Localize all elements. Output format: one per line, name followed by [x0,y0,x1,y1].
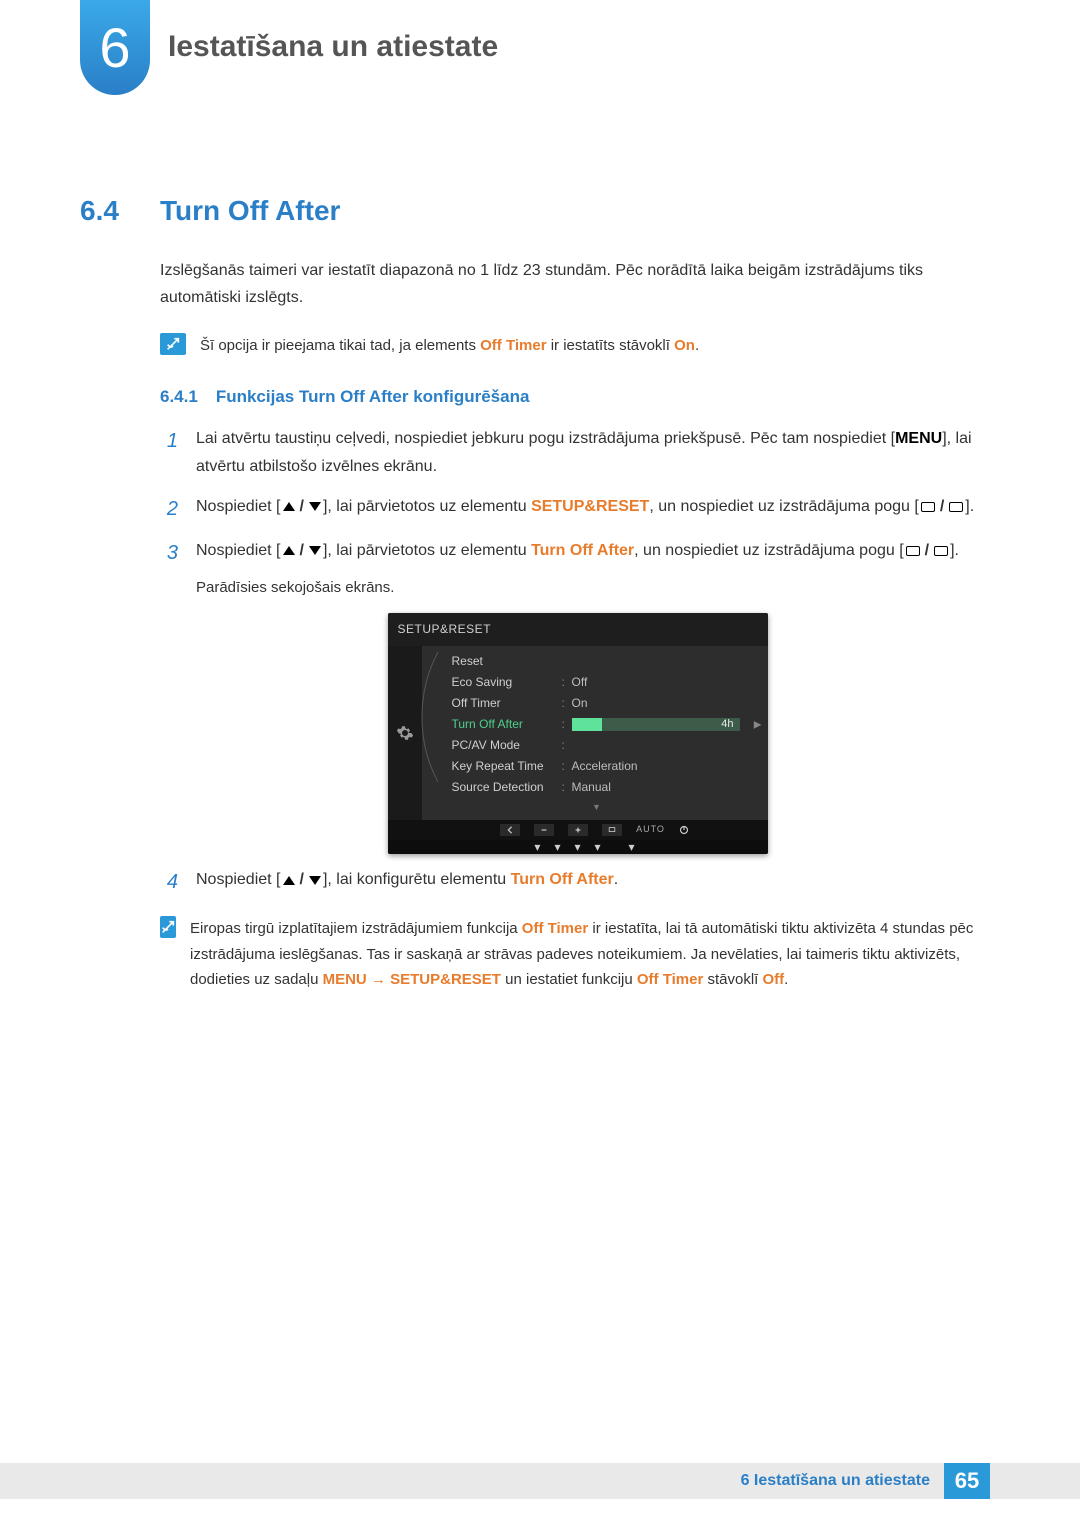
n2e: . [784,971,788,988]
step-3-text: Nospiediet [/], lai pārvietotos uz eleme… [196,537,959,854]
n2hl3: SETUP&RESET [390,971,501,988]
note-icon [160,333,186,355]
step-3-num: 3 [160,537,178,854]
s4c: . [614,871,618,888]
n2c: un iestatiet funkciju [501,971,637,988]
osd-btn-minus-icon [534,824,554,836]
osd-row-source: Source Detection:Manual [426,777,768,798]
s4a: Nospiediet [ [196,871,281,888]
step-4-text: Nospiediet [/], lai konfigurētu elementu… [196,866,618,898]
osd-menu: SETUP&RESET Reset Eco Saving [388,613,768,854]
n2hl4: Off Timer [637,971,703,988]
osd-list: Reset Eco Saving:Off Off Timer:On Turn O… [422,646,768,820]
s2d: ]. [965,498,974,515]
s3hl: Turn Off After [531,542,634,559]
step-2-num: 2 [160,493,178,525]
s3b: ], lai pārvietotos uz elementu [323,542,531,559]
s3a: Nospiediet [ [196,542,281,559]
osd-btn-left-icon [500,824,520,836]
step-2: 2 Nospiediet [/], lai pārvietotos uz ele… [160,493,1000,525]
section-number: 6.4 [80,195,136,227]
note-text: Šī opcija ir pieejama tikai tad, ja elem… [200,333,699,359]
osd-btn-power-icon [679,825,689,835]
chapter-title: Iestatīšana un atiestate [168,30,498,64]
osd-row-turnoffafter: Turn Off After:4h▶ [426,714,768,735]
osd-row-eco: Eco Saving:Off [426,672,768,693]
n2hl2: MENU [323,971,367,988]
footer-page-number: 65 [944,1463,990,1499]
s3caption: Parādīsies sekojošais ekrāns. [196,575,959,601]
s4b: ], lai konfigurētu elementu [323,871,511,888]
note1-hl1: Off Timer [480,337,546,354]
note-eu: Eiropas tirgū izplatītajiem izstrādājumi… [160,916,1000,993]
step-1-text: Lai atvērtu taustiņu ceļvedi, nospiediet… [196,425,1000,481]
note1-hl2: On [674,337,695,354]
note2-text: Eiropas tirgū izplatītajiem izstrādājumi… [190,916,1000,993]
s1menu: MENU [895,430,942,447]
osd-slider-bar: 4h [572,718,740,731]
up-down-icon: / [283,537,321,565]
enter-icon: / [921,493,963,521]
osd-row-pcav: PC/AV Mode: [426,735,768,756]
n2d: stāvoklī [703,971,762,988]
osd-sub-bar: ▾▾▾▾▾ [388,840,768,854]
osd-btn-plus-icon [568,824,588,836]
step-1-num: 1 [160,425,178,481]
page-footer: 6 Iestatīšana un atiestate 65 [0,1463,1080,1499]
section-title: Turn Off After [160,195,340,227]
note1-pre: Šī opcija ir pieejama tikai tad, ja elem… [200,337,480,354]
section-heading: 6.4 Turn Off After [80,195,1000,227]
s3d: ]. [950,542,959,559]
s3c: , un nospiediet uz izstrādājuma pogu [ [634,542,904,559]
s2c: , un nospiediet uz izstrādājuma pogu [ [649,498,919,515]
chapter-header: 6 Iestatīšana un atiestate [80,0,1000,95]
n2hl1: Off Timer [522,920,588,937]
subsection-heading: 6.4.1 Funkcijas Turn Off After konfigurē… [160,387,1000,407]
s2b: ], lai pārvietotos uz elementu [323,498,531,515]
osd-gear-icon [388,646,422,820]
subsection-title: Funkcijas Turn Off After konfigurēšana [216,387,530,407]
note-availability: Šī opcija ir pieejama tikai tad, ja elem… [160,333,1000,359]
step-1: 1 Lai atvērtu taustiņu ceļvedi, nospiedi… [160,425,1000,481]
section-intro: Izslēgšanās taimeri var iestatīt diapazo… [160,257,1000,311]
step-2-text: Nospiediet [/], lai pārvietotos uz eleme… [196,493,974,525]
n2a: Eiropas tirgū izplatītajiem izstrādājumi… [190,920,522,937]
osd-row-reset: Reset [426,651,768,672]
s2a: Nospiediet [ [196,498,281,515]
osd-row-keyrepeat: Key Repeat Time:Acceleration [426,756,768,777]
step-3: 3 Nospiediet [/], lai pārvietotos uz ele… [160,537,1000,854]
note1-post: . [695,337,699,354]
note-icon [160,916,176,938]
arrow-down-icon: ▼ [426,798,768,818]
n2hl5: Off [762,971,784,988]
footer-chapter: 6 Iestatīšana un atiestate [741,1472,930,1490]
osd-row-offtimer: Off Timer:On [426,693,768,714]
up-down-icon: / [283,493,321,521]
osd-btn-enter-icon [602,824,622,836]
s2hl: SETUP&RESET [531,498,649,515]
up-down-icon: / [283,866,321,894]
step-4-num: 4 [160,866,178,898]
osd-title: SETUP&RESET [388,613,768,646]
step-4: 4 Nospiediet [/], lai konfigurētu elemen… [160,866,1000,898]
note1-mid: ir iestatīts stāvoklī [547,337,675,354]
arrow-right-icon: ▶ [754,716,762,734]
s1a: Lai atvērtu taustiņu ceļvedi, nospiediet… [196,430,895,447]
s4hl: Turn Off After [511,871,614,888]
osd-btn-auto: AUTO [636,822,665,838]
subsection-number: 6.4.1 [160,387,198,407]
enter-icon: / [906,537,948,565]
n2arrow: → [367,971,390,988]
chapter-number: 6 [99,15,130,80]
chapter-badge: 6 [80,0,150,95]
